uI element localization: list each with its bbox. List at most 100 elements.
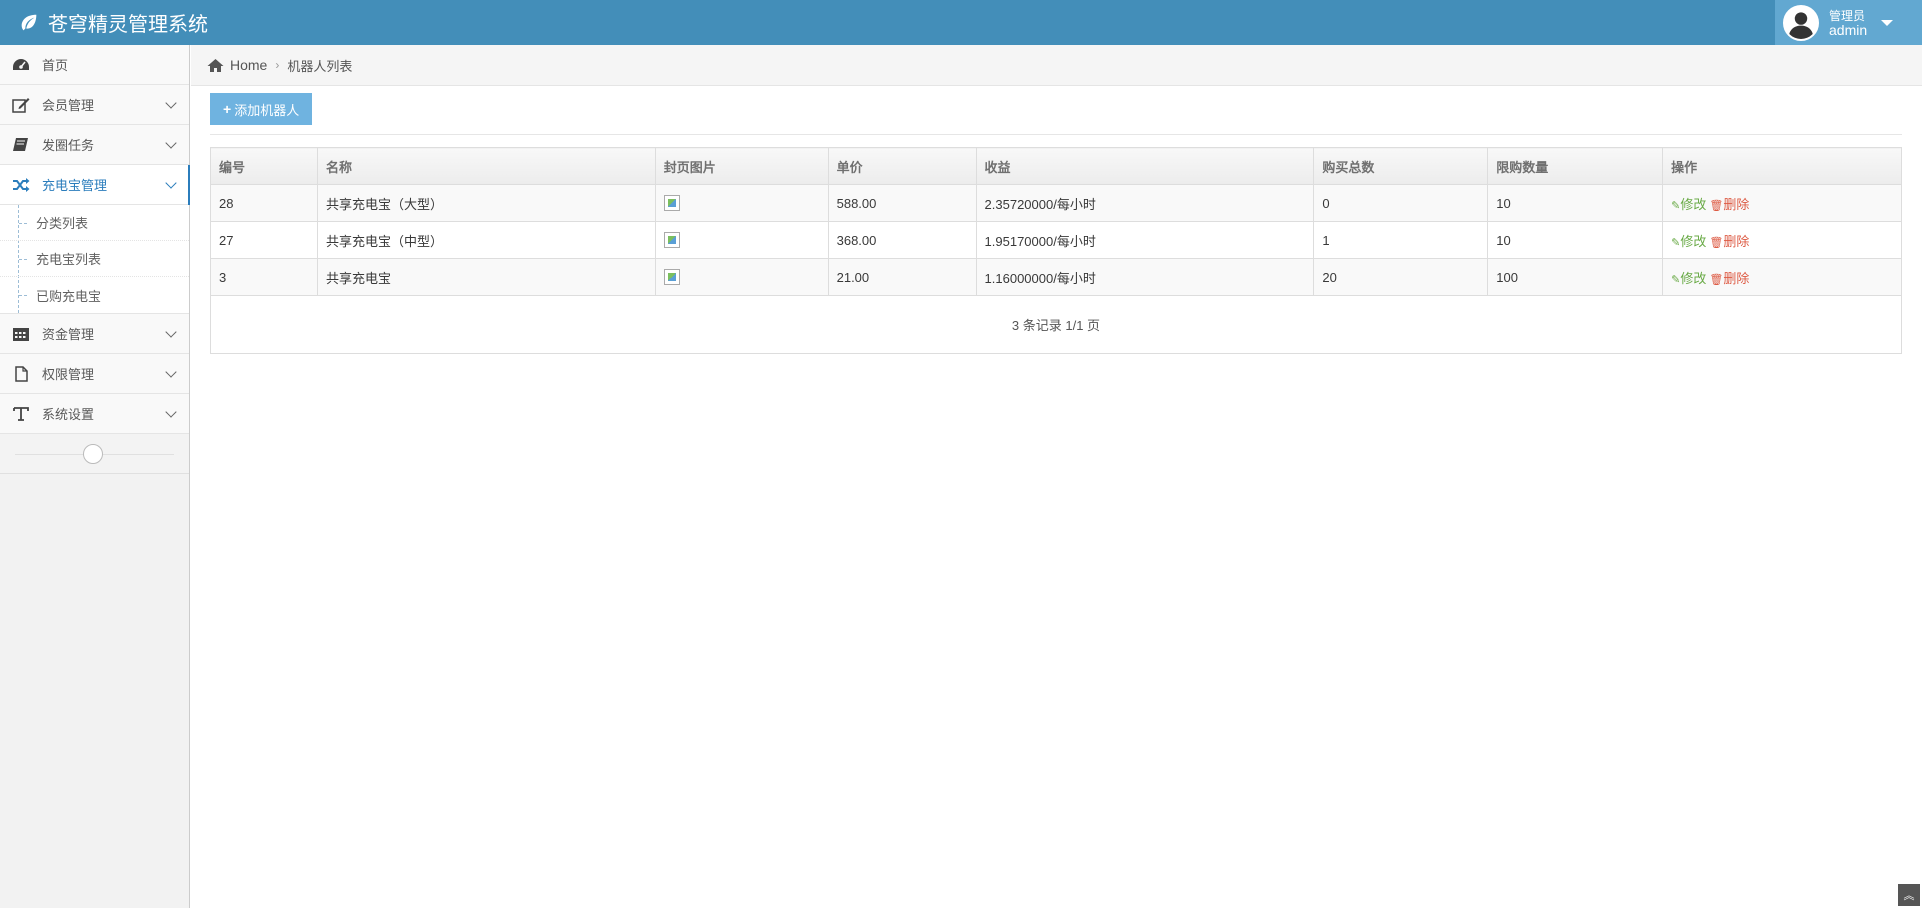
submenu-item-categories[interactable]: 分类列表 — [0, 205, 189, 241]
cell-cover — [654, 258, 829, 296]
pencil-icon: ✎ — [1671, 236, 1681, 249]
cell-actions: ✎修改 🗑删除 — [1662, 258, 1902, 296]
cell-income: 1.16000000/每小时 — [975, 258, 1315, 296]
plus-icon: + — [223, 101, 232, 117]
user-menu[interactable]: 管理员 admin — [1775, 0, 1922, 45]
trash-icon: 🗑 — [1709, 199, 1724, 212]
cell-name: 共享充电宝 — [316, 258, 656, 296]
cell-actions: ✎修改 🗑删除 — [1662, 221, 1902, 259]
table-row: 27 共享充电宝（中型） 368.00 1.95170000/每小时 1 10 … — [210, 221, 1902, 259]
main-content: + 添加机器人 编号 名称 封页图片 单价 收益 购买总数 限购数量 操作 28… — [210, 93, 1902, 354]
chevron-down-icon — [165, 326, 177, 338]
column-header: 操作 — [1662, 147, 1902, 185]
text-icon — [12, 406, 30, 422]
sidebar-item-home[interactable]: 首页 — [0, 45, 189, 85]
add-robot-button[interactable]: + 添加机器人 — [210, 93, 313, 125]
divider — [210, 134, 1902, 135]
chevron-down-icon — [165, 177, 177, 189]
sidebar-item-funds[interactable]: 资金管理 — [0, 314, 189, 354]
broken-image-icon — [663, 269, 680, 286]
column-header: 名称 — [316, 147, 656, 185]
cell-bought: 20 — [1313, 258, 1489, 296]
submenu-item-powerbank-list[interactable]: 充电宝列表 — [0, 241, 189, 277]
cell-price: 588.00 — [827, 184, 977, 222]
trash-icon: 🗑 — [1709, 273, 1724, 286]
cell-id: 27 — [210, 221, 318, 259]
cell-cover — [654, 184, 829, 222]
powerbank-submenu: 分类列表 充电宝列表 已购充电宝 — [0, 205, 189, 314]
robot-table: 编号 名称 封页图片 单价 收益 购买总数 限购数量 操作 28 共享充电宝（大… — [210, 147, 1902, 354]
pencil-icon: ✎ — [1671, 199, 1681, 212]
broken-image-icon — [663, 232, 680, 249]
sidebar-item-label: 首页 — [42, 58, 69, 73]
home-icon — [207, 58, 224, 72]
calendar-icon — [12, 326, 30, 342]
delete-link[interactable]: 🗑删除 — [1709, 197, 1749, 212]
cell-price: 21.00 — [827, 258, 977, 296]
scroll-to-top-button[interactable]: ︽ — [1898, 884, 1920, 906]
pagination-summary: 3 条记录 1/1 页 — [210, 295, 1902, 354]
cell-id: 28 — [210, 184, 318, 222]
breadcrumb-home-link[interactable]: Home — [230, 57, 267, 73]
cell-price: 368.00 — [827, 221, 977, 259]
column-header: 单价 — [827, 147, 977, 185]
table-row: 3 共享充电宝 21.00 1.16000000/每小时 20 100 ✎修改 🗑… — [210, 258, 1902, 296]
sidebar-item-label: 权限管理 — [42, 367, 95, 382]
sidebar-item-members[interactable]: 会员管理 — [0, 85, 189, 125]
chevron-down-icon — [165, 366, 177, 378]
column-header: 购买总数 — [1313, 147, 1489, 185]
cell-income: 2.35720000/每小时 — [975, 184, 1315, 222]
column-header: 封页图片 — [654, 147, 829, 185]
chevron-down-icon — [165, 137, 177, 149]
shuffle-icon — [12, 177, 30, 193]
cell-limit: 10 — [1487, 221, 1664, 259]
sidebar-item-label: 会员管理 — [42, 98, 95, 113]
edit-link[interactable]: ✎修改 — [1671, 197, 1706, 212]
sidebar: 首页 会员管理 发圈任务 充电宝管理 分类列表 充电宝列表 已购充电宝 资金管理 — [0, 45, 190, 908]
double-angle-left-icon — [83, 444, 103, 464]
chevron-down-icon — [165, 406, 177, 418]
sidebar-item-permissions[interactable]: 权限管理 — [0, 354, 189, 394]
sidebar-collapse-toggle[interactable] — [0, 434, 189, 474]
table-row: 28 共享充电宝（大型） 588.00 2.35720000/每小时 0 10 … — [210, 184, 1902, 222]
cell-id: 3 — [210, 258, 318, 296]
edit-icon — [12, 97, 30, 113]
chevron-right-icon: › — [275, 58, 280, 72]
cell-income: 1.95170000/每小时 — [975, 221, 1315, 259]
edit-link[interactable]: ✎修改 — [1671, 271, 1706, 286]
avatar — [1783, 4, 1819, 41]
file-icon — [12, 365, 30, 382]
sidebar-item-tasks[interactable]: 发圈任务 — [0, 125, 189, 165]
cell-name: 共享充电宝（大型） — [316, 184, 656, 222]
user-avatar-icon — [1785, 6, 1817, 39]
brand[interactable]: 苍穹精灵管理系统 — [18, 0, 208, 45]
cell-limit: 100 — [1487, 258, 1664, 296]
column-header: 收益 — [975, 147, 1315, 185]
cell-bought: 0 — [1313, 184, 1489, 222]
cell-name: 共享充电宝（中型） — [316, 221, 656, 259]
delete-link[interactable]: 🗑删除 — [1709, 271, 1749, 286]
breadcrumb-current: 机器人列表 — [287, 58, 353, 74]
double-angle-up-icon: ︽ — [1903, 890, 1915, 902]
column-header: 编号 — [210, 147, 318, 185]
submenu-item-purchased[interactable]: 已购充电宝 — [0, 277, 189, 313]
pencil-icon: ✎ — [1671, 273, 1681, 286]
edit-link[interactable]: ✎修改 — [1671, 234, 1706, 249]
cell-cover — [654, 221, 829, 259]
sidebar-item-settings[interactable]: 系统设置 — [0, 394, 189, 434]
dashboard-icon — [12, 57, 30, 73]
leaf-icon — [21, 14, 37, 30]
sidebar-item-label: 充电宝管理 — [42, 178, 108, 193]
sidebar-item-label: 资金管理 — [42, 327, 95, 342]
sidebar-item-powerbank[interactable]: 充电宝管理 — [0, 165, 190, 205]
table-header-row: 编号 名称 封页图片 单价 收益 购买总数 限购数量 操作 — [210, 147, 1902, 185]
book-icon — [12, 137, 30, 153]
cell-limit: 10 — [1487, 184, 1664, 222]
navbar: 苍穹精灵管理系统 管理员 admin — [0, 0, 1922, 45]
delete-link[interactable]: 🗑删除 — [1709, 234, 1749, 249]
caret-down-icon — [1881, 19, 1894, 26]
trash-icon: 🗑 — [1709, 236, 1724, 249]
app-title: 苍穹精灵管理系统 — [48, 14, 208, 36]
broken-image-icon — [663, 195, 680, 212]
chevron-down-icon — [165, 97, 177, 109]
